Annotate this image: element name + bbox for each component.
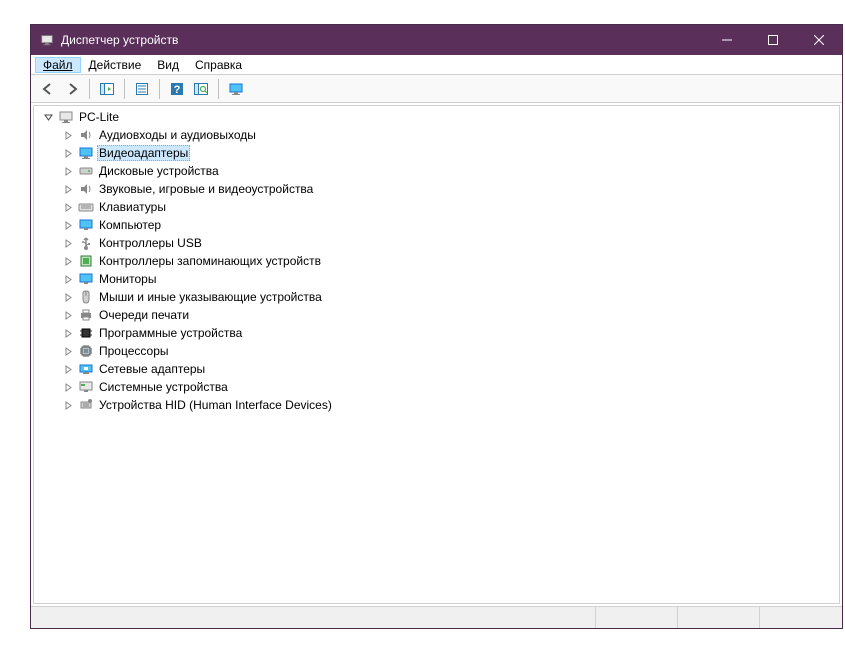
- tree-item-label[interactable]: Системные устройства: [97, 380, 230, 394]
- tree-item[interactable]: Системные устройства: [40, 378, 833, 396]
- display-icon: [78, 145, 94, 161]
- close-button[interactable]: [796, 25, 842, 55]
- tree-item[interactable]: Звуковые, игровые и видеоустройства: [40, 180, 833, 198]
- tree-item-label[interactable]: Очереди печати: [97, 308, 191, 322]
- expand-icon[interactable]: [60, 383, 76, 392]
- expand-icon[interactable]: [60, 275, 76, 284]
- menu-file[interactable]: Файл: [35, 57, 81, 73]
- tree-item-label[interactable]: Звуковые, игровые и видеоустройства: [97, 182, 315, 196]
- tree-item-label[interactable]: Клавиатуры: [97, 200, 168, 214]
- tree-item[interactable]: Мониторы: [40, 270, 833, 288]
- maximize-button[interactable]: [750, 25, 796, 55]
- tree-item-label[interactable]: Мониторы: [97, 272, 158, 286]
- statusbar: [31, 606, 842, 628]
- properties-button[interactable]: [131, 78, 153, 100]
- help-button[interactable]: ?: [166, 78, 188, 100]
- tree-item-label[interactable]: Сетевые адаптеры: [97, 362, 207, 376]
- keyboard-icon: [78, 199, 94, 215]
- tree-item[interactable]: Процессоры: [40, 342, 833, 360]
- audio-icon: [78, 127, 94, 143]
- usb-icon: [78, 235, 94, 251]
- show-hide-tree-button[interactable]: [96, 78, 118, 100]
- device-manager-window: Диспетчер устройств Файл Действие Вид Сп…: [30, 24, 843, 629]
- expand-icon[interactable]: [60, 365, 76, 374]
- menu-help[interactable]: Справка: [187, 57, 250, 73]
- expand-icon[interactable]: [60, 131, 76, 140]
- tree-item[interactable]: Компьютер: [40, 216, 833, 234]
- expand-icon[interactable]: [60, 203, 76, 212]
- monitor-icon: [78, 217, 94, 233]
- tree-item[interactable]: Мыши и иные указывающие устройства: [40, 288, 833, 306]
- tree-item[interactable]: Дисковые устройства: [40, 162, 833, 180]
- expand-icon[interactable]: [60, 347, 76, 356]
- expand-icon[interactable]: [60, 221, 76, 230]
- expand-icon[interactable]: [60, 257, 76, 266]
- collapse-icon[interactable]: [40, 113, 56, 122]
- back-button[interactable]: [37, 78, 59, 100]
- audio-icon: [78, 181, 94, 197]
- chip-icon: [78, 325, 94, 341]
- expand-icon[interactable]: [60, 311, 76, 320]
- tree-item[interactable]: Видеоадаптеры: [40, 144, 833, 162]
- tree-item-label[interactable]: Видеоадаптеры: [97, 145, 190, 161]
- expand-icon[interactable]: [60, 185, 76, 194]
- tree-item[interactable]: Программные устройства: [40, 324, 833, 342]
- tree-item-label[interactable]: Компьютер: [97, 218, 163, 232]
- window-title: Диспетчер устройств: [61, 33, 178, 47]
- monitor-icon-button[interactable]: [225, 78, 247, 100]
- monitor-icon: [78, 271, 94, 287]
- tree-item[interactable]: Устройства HID (Human Interface Devices): [40, 396, 833, 414]
- app-icon: [39, 32, 55, 48]
- tree-item[interactable]: Контроллеры USB: [40, 234, 833, 252]
- tree-item-label[interactable]: Дисковые устройства: [97, 164, 221, 178]
- titlebar: Диспетчер устройств: [31, 25, 842, 55]
- menu-action[interactable]: Действие: [81, 57, 150, 73]
- tree-item-label[interactable]: Контроллеры USB: [97, 236, 204, 250]
- svg-text:?: ?: [174, 84, 181, 96]
- storage-icon: [78, 253, 94, 269]
- tree-item-label[interactable]: Аудиовходы и аудиовыходы: [97, 128, 258, 142]
- minimize-button[interactable]: [704, 25, 750, 55]
- tree-item[interactable]: Аудиовходы и аудиовыходы: [40, 126, 833, 144]
- mouse-icon: [78, 289, 94, 305]
- root-label[interactable]: PC-Lite: [77, 110, 121, 124]
- network-icon: [78, 361, 94, 377]
- expand-icon[interactable]: [60, 167, 76, 176]
- disk-icon: [78, 163, 94, 179]
- computer-icon: [58, 109, 74, 125]
- tree-item[interactable]: Сетевые адаптеры: [40, 360, 833, 378]
- tree-item-label[interactable]: Программные устройства: [97, 326, 244, 340]
- expand-icon[interactable]: [60, 401, 76, 410]
- menu-view[interactable]: Вид: [149, 57, 187, 73]
- system-icon: [78, 379, 94, 395]
- tree-item[interactable]: Очереди печати: [40, 306, 833, 324]
- hid-icon: [78, 397, 94, 413]
- tree-root-node[interactable]: PC-Lite: [40, 108, 833, 126]
- tree-item[interactable]: Клавиатуры: [40, 198, 833, 216]
- tree-item-label[interactable]: Процессоры: [97, 344, 171, 358]
- menubar: Файл Действие Вид Справка: [31, 55, 842, 75]
- expand-icon[interactable]: [60, 293, 76, 302]
- tree-item[interactable]: Контроллеры запоминающих устройств: [40, 252, 833, 270]
- tree-item-label[interactable]: Контроллеры запоминающих устройств: [97, 254, 323, 268]
- toolbar: ?: [31, 75, 842, 103]
- cpu-icon: [78, 343, 94, 359]
- expand-icon[interactable]: [60, 149, 76, 158]
- device-tree[interactable]: PC-Lite Аудиовходы и аудиовыходы Видеоада…: [33, 105, 840, 604]
- forward-button[interactable]: [61, 78, 83, 100]
- scan-hardware-button[interactable]: [190, 78, 212, 100]
- expand-icon[interactable]: [60, 239, 76, 248]
- printer-icon: [78, 307, 94, 323]
- expand-icon[interactable]: [60, 329, 76, 338]
- tree-item-label[interactable]: Мыши и иные указывающие устройства: [97, 290, 324, 304]
- tree-item-label[interactable]: Устройства HID (Human Interface Devices): [97, 398, 334, 412]
